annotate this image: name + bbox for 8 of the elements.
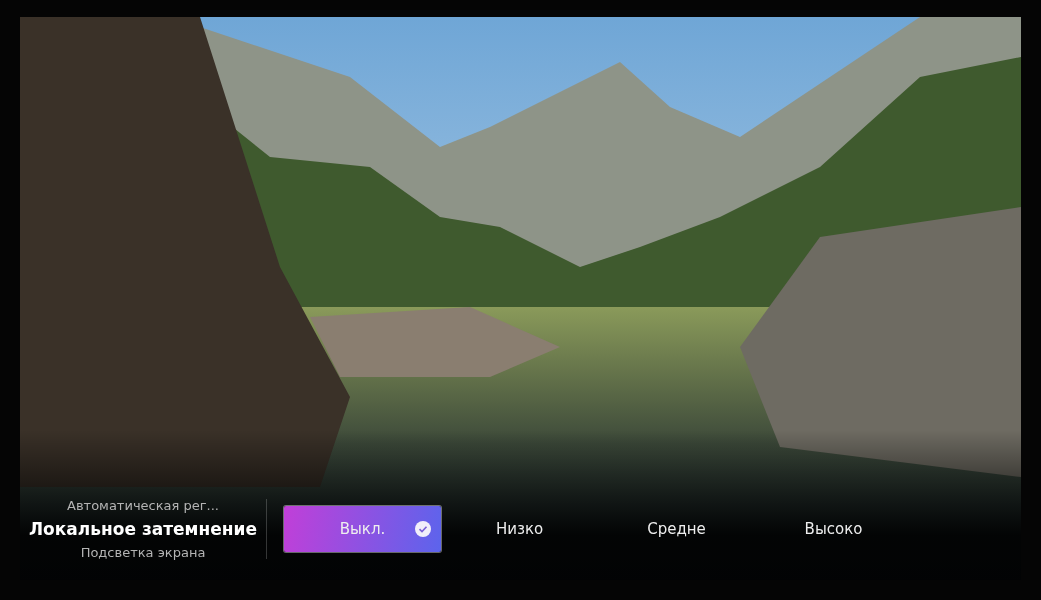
section-label: Подсветка экрана — [80, 545, 206, 560]
option-button[interactable]: Средне — [598, 506, 755, 552]
option-button[interactable]: Высоко — [755, 506, 912, 552]
checkmark-icon — [415, 521, 431, 537]
option-button[interactable]: Выкл. — [284, 506, 441, 552]
setting-title: Локальное затемнение — [29, 519, 257, 539]
option-button[interactable]: Низко — [441, 506, 598, 552]
parent-setting-label: Автоматическая рег... — [67, 498, 219, 513]
